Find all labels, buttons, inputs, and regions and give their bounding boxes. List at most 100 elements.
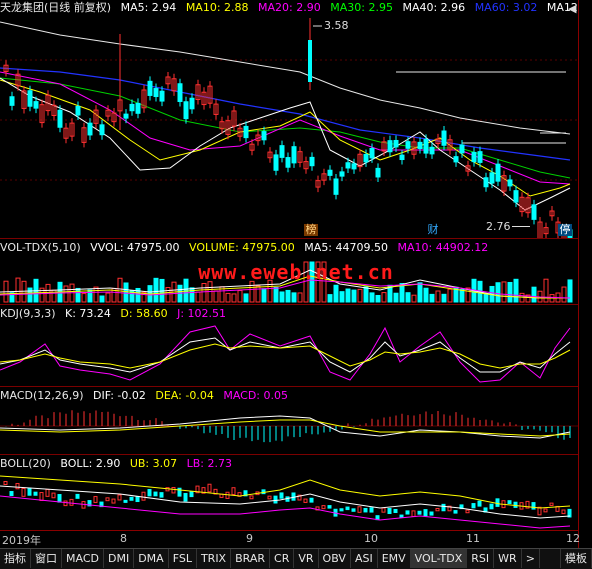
boll-panel[interactable]: BOLL(20) BOLL: 2.90 UB: 3.07 LB: 2.73 [0, 456, 578, 530]
tab-cr[interactable]: CR [270, 549, 295, 568]
price-candle [471, 147, 477, 167]
boll-candle [357, 506, 362, 513]
boll-header: BOLL(20) BOLL: 2.90 UB: 3.07 LB: 2.73 [0, 456, 238, 472]
price-candle [171, 73, 177, 96]
tab-rsi[interactable]: RSI [467, 549, 495, 568]
boll-candle [423, 509, 428, 517]
macd-panel[interactable]: MACD(12,26,9) DIF: -0.02 DEA: -0.04 MACD… [0, 388, 578, 455]
kdj-header: KDJ(9,3,3) K: 73.24 D: 58.60 J: 102.51 [0, 306, 232, 322]
volume-bar [123, 282, 129, 303]
price-candle [201, 87, 207, 110]
price-candle [99, 119, 105, 140]
ma30-label: MA30: 2.95 [330, 1, 393, 14]
volume-bar [99, 295, 105, 303]
price-candle [321, 168, 327, 186]
tab-obv[interactable]: OBV [319, 549, 351, 568]
price-candle [57, 105, 63, 133]
price-candle [273, 149, 279, 176]
volume-label: VOLUME: 47975.00 [189, 241, 295, 254]
boll-candle [513, 501, 518, 508]
tab-vr[interactable]: VR [294, 549, 319, 568]
tab-macd[interactable]: MACD [62, 549, 104, 568]
boll-candle [321, 505, 326, 510]
volume-bar [519, 292, 525, 303]
vvol-label: VVOL: 47975.00 [90, 241, 180, 254]
volume-bar [333, 284, 339, 303]
kdj-indicator-name: KDJ(9,3,3) [0, 307, 56, 320]
tab-wr[interactable]: WR [494, 549, 522, 568]
price-candle [75, 101, 81, 121]
price-candle [285, 152, 291, 173]
tab-dma[interactable]: DMA [134, 549, 169, 568]
rank-badge[interactable]: 榜 [304, 224, 318, 236]
volume-bar [195, 291, 201, 303]
boll-ub-label: UB: 3.07 [129, 457, 178, 470]
boll-candle [57, 494, 62, 503]
suspend-badge[interactable]: 停 [558, 224, 572, 236]
volume-bar [483, 292, 489, 303]
tab-trix[interactable]: TRIX [197, 549, 232, 568]
low-arrow-icon [512, 226, 530, 227]
kdj-panel[interactable]: KDJ(9,3,3) K: 73.24 D: 58.60 J: 102.51 [0, 306, 578, 387]
volume-bar [237, 290, 243, 303]
volume-bar [435, 290, 441, 303]
price-candle [93, 105, 99, 129]
volume-bar [87, 289, 93, 303]
price-candle [453, 151, 459, 167]
price-candle [69, 118, 75, 142]
volume-bar [393, 292, 399, 303]
tab-emv[interactable]: EMV [378, 549, 411, 568]
date-tick-aug: 8 [120, 532, 127, 545]
boll-candle [51, 492, 56, 499]
volume-bar [375, 294, 381, 303]
boll-indicator-name: BOLL(20) [0, 457, 51, 470]
volume-panel[interactable]: VOL-TDX(5,10) VVOL: 47975.00 VOLUME: 479… [0, 240, 578, 305]
volume-bar [441, 293, 447, 303]
boll-candle [231, 487, 236, 495]
date-tick-sep: 9 [246, 532, 253, 545]
boll-candle [441, 503, 446, 512]
price-candle [549, 206, 555, 221]
price-candle [189, 93, 195, 114]
price-panel[interactable]: 天龙集团(日线 前复权) MA5: 2.94 MA10: 2.88 MA20: … [0, 0, 578, 239]
boll-candle [111, 498, 116, 504]
boll-candle [399, 514, 404, 518]
vol-ma10-label: MA10: 44902.12 [397, 241, 489, 254]
boll-candle [63, 500, 68, 507]
price-candle [375, 163, 381, 182]
boll-candle [15, 483, 20, 490]
volume-bar [357, 288, 363, 303]
kdj-d-label: D: 58.60 [120, 307, 168, 320]
tab-template[interactable]: 模板 [560, 549, 592, 568]
tab-dmi[interactable]: DMI [104, 549, 135, 568]
boll-candle [549, 502, 554, 506]
tab-fsl[interactable]: FSL [169, 549, 197, 568]
boll-candle [279, 492, 284, 499]
boll-candle [489, 503, 494, 510]
ma20-label: MA20: 2.90 [258, 1, 321, 14]
boll-candle [129, 496, 134, 501]
volume-bar [225, 292, 231, 303]
price-candle [63, 123, 69, 144]
boll-candle [93, 496, 98, 504]
boll-candle [27, 487, 32, 496]
boll-candle [417, 510, 422, 515]
volume-bar [327, 294, 333, 303]
finance-badge[interactable]: 财 [426, 224, 440, 236]
boll-candle [381, 507, 386, 513]
tab-vol-tdx[interactable]: VOL-TDX [410, 549, 468, 568]
boll-candle [267, 495, 272, 500]
boll-candle [69, 498, 74, 506]
volume-bar [279, 291, 285, 303]
price-candle [147, 76, 153, 101]
tab-asi[interactable]: ASI [351, 549, 378, 568]
panel-collapse-icon[interactable]: ◀ [568, 2, 576, 15]
boll-candle [21, 487, 26, 497]
tab-window[interactable]: 窗口 [31, 549, 62, 568]
tab-indicator[interactable]: 指标 [0, 549, 31, 568]
price-candle [309, 152, 315, 171]
tab-more-arrow[interactable]: > [522, 549, 540, 568]
boll-candle [543, 508, 548, 513]
tab-brar[interactable]: BRAR [231, 549, 271, 568]
price-candle [507, 174, 513, 191]
